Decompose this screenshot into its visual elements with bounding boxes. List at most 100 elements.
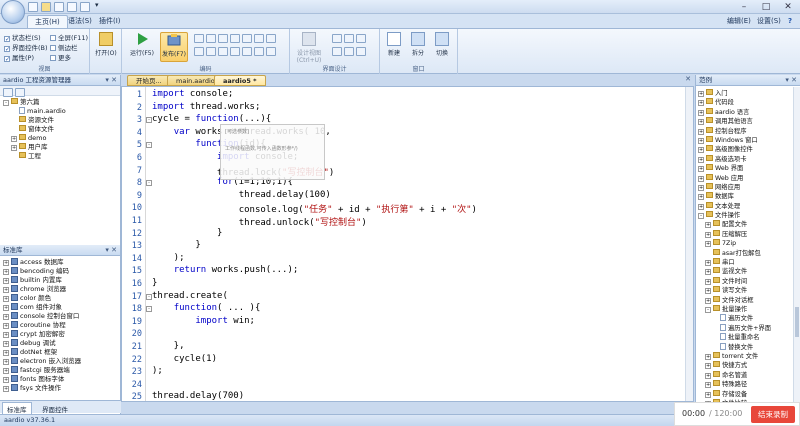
same-height-icon[interactable] (344, 47, 354, 56)
help-icon[interactable]: ? (788, 15, 792, 28)
library-item[interactable]: + crypt 加密解密 (3, 330, 120, 339)
stop-recording-button[interactable]: 结束录制 (751, 406, 795, 423)
project-tree-item[interactable]: - 第六篇 (3, 98, 120, 107)
examples-scroll-thumb[interactable] (795, 307, 799, 337)
expand-toggle-icon[interactable]: + (3, 368, 9, 374)
project-open-icon[interactable] (3, 88, 13, 97)
expand-toggle-icon[interactable]: + (705, 278, 711, 285)
indent-icon[interactable] (194, 47, 204, 56)
align-right-icon[interactable] (356, 34, 366, 43)
expand-toggle-icon[interactable]: + (705, 260, 711, 267)
expand-toggle-icon[interactable]: + (698, 184, 704, 191)
design-view-button[interactable]: 设计视图 (Ctrl+U) (292, 32, 326, 64)
expand-toggle-icon[interactable]: + (3, 296, 9, 302)
tab-start-page[interactable]: 开始页... (127, 75, 171, 86)
example-tree-item[interactable]: + 文件对话框 (698, 295, 800, 305)
expand-toggle-icon[interactable]: + (3, 350, 9, 356)
fold-toggle-icon[interactable]: - (146, 293, 152, 300)
switch-button[interactable]: 切换 (430, 32, 454, 62)
library-item[interactable]: + console 控制台窗口 (3, 312, 120, 321)
expand-toggle-icon[interactable]: + (698, 203, 704, 210)
expand-toggle-icon[interactable]: + (698, 194, 704, 201)
example-tree-item[interactable]: + aardio 语言 (698, 107, 800, 117)
outdent-icon[interactable] (206, 47, 216, 56)
split-button[interactable]: 拆分 (406, 32, 430, 62)
undo-icon[interactable] (80, 2, 90, 12)
app-menu-button[interactable] (1, 0, 25, 24)
code-line[interactable]: thread.create( (152, 291, 228, 301)
expand-toggle-icon[interactable]: + (3, 278, 9, 284)
expand-toggle-icon[interactable]: + (3, 287, 9, 293)
example-tree-item[interactable]: + 控制台程序 (698, 126, 800, 136)
example-tree-item[interactable]: + Web 界面 (698, 164, 800, 173)
replace-icon[interactable] (254, 34, 264, 43)
library-item[interactable]: + color 颜色 (3, 294, 120, 303)
expand-toggle-icon[interactable]: + (705, 231, 711, 238)
code-line[interactable]: function( ... ){ (152, 303, 261, 313)
example-tree-item[interactable]: + 文件时间 (698, 276, 800, 286)
expand-toggle-icon[interactable]: + (11, 145, 17, 151)
library-item[interactable]: + debug 调试 (3, 339, 120, 348)
run-button[interactable]: 运行(F5) (128, 32, 156, 62)
align-center-icon[interactable] (344, 34, 354, 43)
collapse-toggle-icon[interactable]: - (698, 213, 704, 220)
more-button[interactable]: 更多 (50, 52, 71, 62)
project-save-icon[interactable] (15, 88, 25, 97)
save-all-icon[interactable] (67, 2, 77, 12)
expand-toggle-icon[interactable]: + (705, 241, 711, 248)
code-line[interactable]: ); (152, 366, 163, 376)
redo-edit-icon[interactable] (254, 47, 264, 56)
example-tree-item[interactable]: + 压缩解压 (698, 229, 800, 239)
expand-toggle-icon[interactable]: + (698, 137, 704, 144)
expand-toggle-icon[interactable]: + (3, 341, 9, 347)
project-tree-item[interactable]: + 用户库 (3, 143, 120, 152)
example-tree-item[interactable]: + 文本处理 (698, 201, 800, 211)
library-item[interactable]: + electron 嵌入浏览器 (3, 357, 120, 366)
delete-icon[interactable] (230, 34, 240, 43)
example-tree-item[interactable]: + torrent 文件 (698, 351, 800, 361)
project-tree-item[interactable]: 工程 (3, 152, 120, 161)
fold-toggle-icon[interactable]: - (146, 117, 152, 124)
format-icon[interactable] (266, 47, 276, 56)
project-tree-item[interactable]: main.aardio (3, 107, 120, 116)
open-button[interactable]: 打开(O) (92, 32, 120, 62)
expand-toggle-icon[interactable]: + (11, 136, 17, 142)
example-tree-item[interactable]: asar打包解包 (698, 248, 800, 258)
example-tree-item[interactable]: + 网络应用 (698, 182, 800, 192)
quick-access-dropdown-icon[interactable]: ▾ (95, 1, 99, 9)
code-line[interactable]: }, (152, 341, 185, 351)
code-line[interactable]: } (152, 240, 200, 250)
expand-toggle-icon[interactable]: + (705, 391, 711, 398)
code-line[interactable]: import thread.works; (152, 102, 260, 112)
example-tree-item[interactable]: + 存储设备 (698, 389, 800, 399)
find-icon[interactable] (242, 34, 252, 43)
code-line[interactable]: import console; (152, 89, 233, 99)
library-item[interactable]: + coroutine 协程 (3, 321, 120, 330)
expand-toggle-icon[interactable]: + (3, 269, 9, 275)
same-width-icon[interactable] (332, 47, 342, 56)
expand-toggle-icon[interactable]: + (698, 91, 704, 97)
new-file-icon[interactable] (28, 2, 38, 12)
close-document-icon[interactable]: ✕ (685, 75, 691, 83)
settings-menu[interactable]: 设置(S) (757, 15, 781, 28)
uncomment-icon[interactable] (230, 47, 240, 56)
example-tree-item[interactable]: - 文件操作 (698, 211, 800, 220)
example-tree-item[interactable]: 替换文件 (698, 342, 800, 352)
example-tree-item[interactable]: + Windows 窗口 (698, 135, 800, 145)
code-line[interactable]: return works.push(...); (152, 265, 299, 275)
example-tree-item[interactable]: + 代码段 (698, 98, 800, 107)
example-tree-item[interactable]: + 特殊路径 (698, 380, 800, 389)
code-editor[interactable]: 1 2 3 4 5 6 7 8 9 10 11 12 13 14 15 16 17 18 19 20 21 22 23 24 2… (121, 86, 694, 402)
expand-toggle-icon[interactable]: + (3, 359, 9, 365)
expand-toggle-icon[interactable]: + (3, 323, 9, 329)
expand-toggle-icon[interactable]: + (3, 377, 9, 383)
example-tree-item[interactable]: + 数据库 (698, 192, 800, 201)
expand-toggle-icon[interactable]: + (3, 305, 9, 311)
cut-icon[interactable] (194, 34, 204, 43)
library-item[interactable]: + fonts 图标字体 (3, 375, 120, 384)
copy-icon[interactable] (206, 34, 216, 43)
maximize-button[interactable]: □ (755, 1, 777, 13)
panel-pin-icon[interactable]: ▾ ✕ (105, 75, 117, 86)
comment-icon[interactable] (218, 47, 228, 56)
library-pin-icon[interactable]: ▾ ✕ (105, 245, 117, 256)
